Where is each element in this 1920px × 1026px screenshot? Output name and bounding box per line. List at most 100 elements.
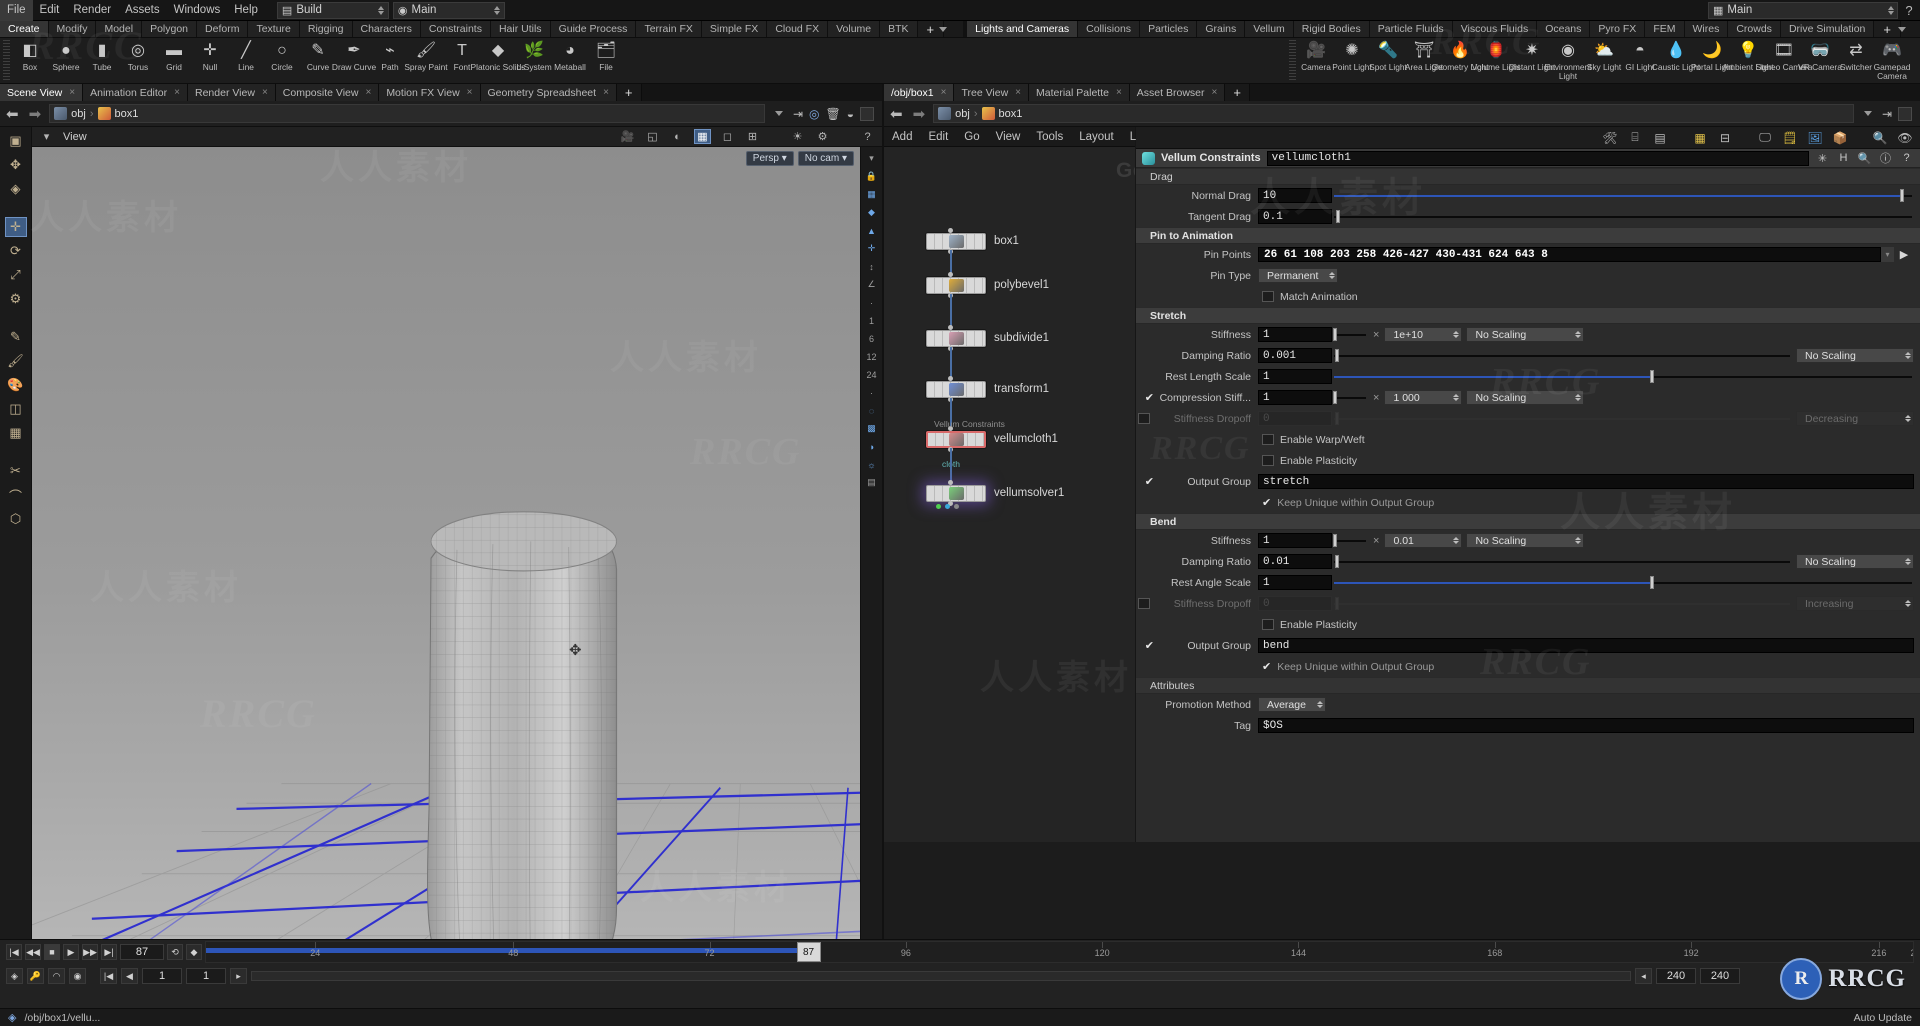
pane-tab-composite-view[interactable]: Composite View×: [276, 84, 380, 101]
pane-tab-render-view[interactable]: Render View×: [188, 84, 276, 101]
node-input-connector[interactable]: [948, 480, 953, 485]
lock-icon[interactable]: 🔒: [863, 169, 880, 184]
shelf-tool-camera[interactable]: 🎥Camera: [1298, 38, 1334, 80]
slider-knob[interactable]: [1335, 412, 1339, 425]
parameter-value-field[interactable]: 1: [1258, 390, 1332, 405]
ghost-icon[interactable]: ◻: [719, 129, 736, 144]
checkbox-match-animation[interactable]: Match Animation: [1258, 291, 1358, 303]
parameter-slider[interactable]: [1332, 411, 1792, 426]
dropdown-no-scaling[interactable]: No Scaling: [1796, 554, 1914, 569]
chevron-down-icon[interactable]: [1864, 111, 1872, 116]
grid-toggle-icon[interactable]: ⊞: [744, 129, 761, 144]
shelf-tab-pyro-fx[interactable]: Pyro FX: [1590, 21, 1645, 37]
slider-knob[interactable]: [1335, 597, 1339, 610]
parameter-value-field[interactable]: 1: [1258, 533, 1332, 548]
range-end-field[interactable]: 240: [1656, 968, 1696, 984]
frame-1-icon[interactable]: 1: [863, 313, 880, 328]
parameter-value-field[interactable]: bend: [1258, 638, 1914, 653]
scene-path-bar[interactable]: ⬅ ➡ obj › box1 ⇥ ◎ �: [0, 101, 882, 127]
shelf-tool-file[interactable]: 🗂File: [588, 38, 624, 72]
scene-path-field[interactable]: obj › box1: [49, 104, 765, 123]
menu-render[interactable]: Render: [66, 0, 118, 21]
current-frame-field[interactable]: 87: [120, 944, 164, 960]
stop-icon[interactable]: ■: [44, 944, 60, 960]
checkbox-slot[interactable]: ✔: [1136, 477, 1158, 487]
gear-icon[interactable]: ✳: [1815, 151, 1830, 166]
breadcrumb-obj[interactable]: obj: [938, 107, 970, 120]
checkbox-slot[interactable]: [1136, 598, 1158, 609]
right-pane-tabs[interactable]: /obj/box1×Tree View×Material Palette×Ass…: [884, 84, 1920, 101]
checkbox[interactable]: [1262, 434, 1274, 445]
viewport-toolbar[interactable]: ▾ View 🎥 ◱ ◐ ▦ ◻ ⊞ ☀ ⚙ ?: [32, 127, 882, 147]
parameter-value-field[interactable]: 0.1: [1258, 209, 1332, 224]
shelf-tool-stereo-camera[interactable]: 🎞Stereo Camera: [1766, 38, 1802, 80]
parameter-value-field[interactable]: 1: [1258, 575, 1332, 590]
range-start-prev-icon[interactable]: |◀: [100, 968, 117, 984]
frame-ruler[interactable]: 244872961201441681922162 87: [205, 941, 1914, 963]
display-options-icon[interactable]: ▦: [694, 129, 711, 144]
shade-icon[interactable]: ◑: [863, 439, 880, 454]
axis-snap-icon[interactable]: ↕: [863, 259, 880, 274]
edit-tool-icon[interactable]: ✎: [5, 327, 27, 347]
shelf-tool-caustic-light[interactable]: 💧Caustic Light: [1658, 38, 1694, 80]
chevron-down-icon[interactable]: [775, 111, 783, 116]
main-menu-bar[interactable]: File Edit Render Assets Windows Help ▤ B…: [0, 0, 1920, 21]
frame-12-icon[interactable]: 12: [863, 349, 880, 364]
network-menu-bar[interactable]: Add Edit Go View Tools Layout Labs Help: [884, 127, 1135, 147]
checkbox-keep-unique-within-output-group[interactable]: ✔Keep Unique within Output Group: [1258, 497, 1434, 509]
spinner-icon[interactable]: [1453, 394, 1459, 401]
section-header-drag[interactable]: Drag: [1136, 168, 1920, 185]
shelf-tool-gi-light[interactable]: ◓GI Light: [1622, 38, 1658, 80]
parameter-value-field[interactable]: 10: [1258, 188, 1332, 203]
checkbox-enable-warp-weft[interactable]: Enable Warp/Weft: [1258, 434, 1365, 446]
shelf-tool-vr-camera[interactable]: 🥽VR Camera: [1802, 38, 1838, 80]
checkbox-slot[interactable]: [1136, 413, 1158, 424]
timeline-playbar[interactable]: |◀ ◀◀ ■ ▶ ▶▶ ▶| 87 ⟲ ◆ 24487296120144168…: [0, 939, 1920, 1026]
menu-help[interactable]: Help: [227, 0, 265, 21]
slider-knob[interactable]: [1335, 555, 1339, 568]
frame-6-icon[interactable]: 6: [863, 331, 880, 346]
parameter-slider[interactable]: [1332, 348, 1792, 363]
close-icon[interactable]: ×: [467, 87, 473, 98]
menu-file[interactable]: File: [0, 0, 33, 21]
shelf-tab-particle-fluids[interactable]: Particle Fluids: [1370, 21, 1453, 37]
pane-tab-asset-browser[interactable]: Asset Browser×: [1130, 84, 1226, 101]
spinner-icon[interactable]: [1905, 600, 1911, 607]
chevron-down-icon[interactable]: [939, 27, 947, 32]
pane-tab-material-palette[interactable]: Material Palette×: [1029, 84, 1130, 101]
node-input-connector[interactable]: [948, 272, 953, 277]
help-circle-icon[interactable]: ?: [1898, 3, 1920, 18]
transport-row[interactable]: |◀ ◀◀ ■ ▶ ▶▶ ▶| 87 ⟲ ◆ 24487296120144168…: [0, 940, 1920, 964]
range-start2-field[interactable]: 1: [186, 968, 226, 984]
chevron-down-icon[interactable]: [1898, 27, 1906, 32]
eye-icon[interactable]: 👁: [1897, 130, 1913, 146]
checkbox-enable-plasticity[interactable]: Enable Plasticity: [1258, 455, 1357, 467]
breadcrumb-box1[interactable]: box1: [982, 107, 1023, 120]
close-icon[interactable]: ×: [365, 87, 371, 98]
shelf-tool-spot-light[interactable]: 🔦Spot Light: [1370, 38, 1406, 80]
parameter-slider[interactable]: [1332, 596, 1792, 611]
point-snap-icon[interactable]: ◆: [863, 205, 880, 220]
checkbox-slot[interactable]: ✔: [1136, 641, 1158, 651]
pin-icon[interactable]: ⇥: [793, 107, 803, 121]
viewport-help-icon[interactable]: ?: [859, 129, 876, 144]
uv-tool-icon[interactable]: ▦: [5, 423, 27, 443]
add-left-tab[interactable]: +: [617, 84, 642, 101]
shelf-tool-gamepad-camera[interactable]: 🎮Gamepad Camera: [1874, 38, 1910, 80]
view-tool-icon[interactable]: ◈: [5, 179, 27, 199]
checkbox-enable-plasticity[interactable]: Enable Plasticity: [1258, 619, 1357, 631]
menu-assets[interactable]: Assets: [118, 0, 167, 21]
shelf-tool-area-light[interactable]: ⛩Area Light: [1406, 38, 1442, 80]
frame-24-icon[interactable]: 24: [863, 367, 880, 382]
shelf-tool-ambient-light[interactable]: 💡Ambient Light: [1730, 38, 1766, 80]
parameter-value-field[interactable]: 1: [1258, 327, 1332, 342]
multi-snap-icon[interactable]: ✛: [863, 241, 880, 256]
shelf-tab-terrain-fx[interactable]: Terrain FX: [636, 21, 701, 37]
dropdown-increasing[interactable]: Increasing: [1796, 596, 1914, 611]
camera-view-icon[interactable]: 🎥: [619, 129, 636, 144]
search-icon[interactable]: 🔍: [1857, 151, 1872, 166]
forward-arrow-icon[interactable]: ➡: [911, 105, 928, 123]
parameter-value-field[interactable]: $OS: [1258, 718, 1914, 733]
auto-update-label[interactable]: Auto Update: [1854, 1012, 1912, 1024]
shelf-tab-constraints[interactable]: Constraints: [421, 21, 491, 37]
